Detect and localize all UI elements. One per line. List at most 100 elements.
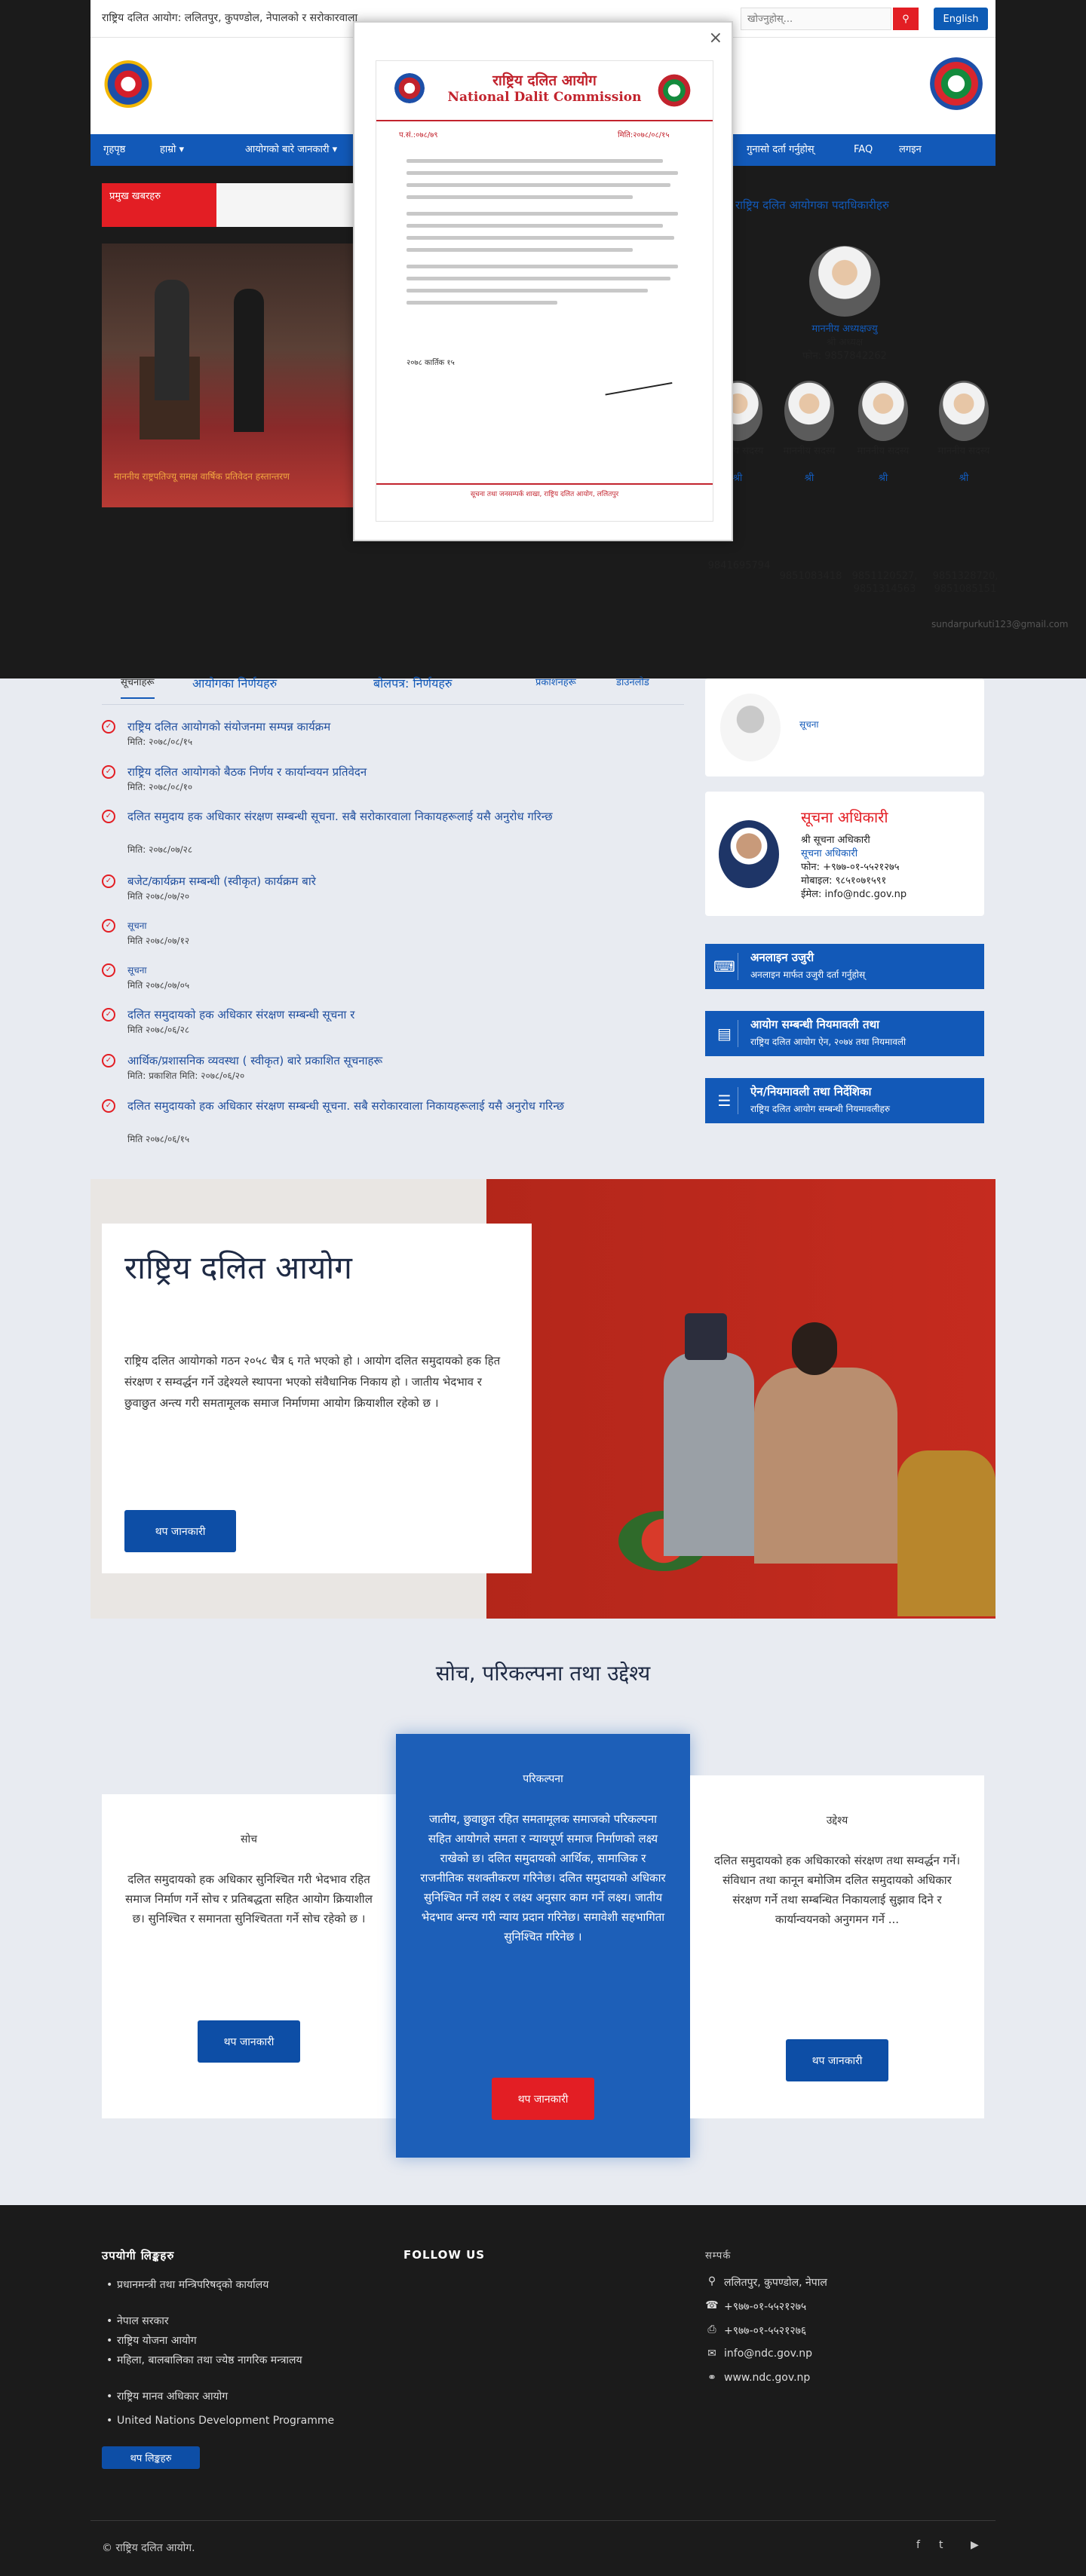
footer-link[interactable]: नेपाल सरकार — [106, 2313, 366, 2329]
check-circle-icon: ✓ — [102, 810, 115, 823]
notice-date: मिति: २०७८/०७/२८ — [127, 844, 193, 855]
member-photo[interactable] — [858, 381, 908, 441]
mvv-card-button[interactable]: थप जानकारी — [492, 2078, 594, 2120]
contact-address: ललितपुर, कुपण्डोल, नेपाल — [724, 2277, 827, 2289]
contact-fax: +९७७-०१-५५२१२७६ — [724, 2325, 807, 2337]
doc-text-line — [406, 236, 674, 240]
contact-phone[interactable]: +९७७-०१-५५२१२७५ — [724, 2299, 806, 2314]
notice-title[interactable]: दलित समुदायको हक अधिकार संरक्षण सम्बन्धी… — [127, 1098, 670, 1114]
notice-title[interactable]: दलित समुदाय हक अधिकार संरक्षण सम्बन्धी स… — [127, 808, 670, 825]
footer-link[interactable]: राष्ट्रिय योजना आयोग — [106, 2332, 366, 2349]
footer-divider — [90, 2520, 996, 2521]
notice-date: मिति २०७८/०७/२० — [127, 891, 190, 902]
spokesperson-phone: फोन: +९७७-०१-५५२१२७५ — [801, 862, 900, 873]
notice-title[interactable]: राष्ट्रिय दलित आयोगको बैठक निर्णय र कार्… — [127, 764, 670, 780]
member-role: माननीय सदस्य — [857, 446, 910, 457]
check-circle-icon: ✓ — [102, 720, 115, 734]
notice-date: मिति २०७८/०६/२८ — [127, 1025, 190, 1035]
check-circle-icon: ✓ — [102, 1099, 115, 1113]
facebook-icon[interactable]: f — [916, 2539, 920, 2551]
spokesperson-role: सूचना अधिकारी — [801, 848, 858, 859]
doc-title: राष्ट्रिय दलित आयोग — [492, 72, 597, 89]
doc-meta-left: प.सं.:०७८/७९ — [399, 131, 438, 139]
quick-link-title: ऐन/नियमावली तथा निर्देशिका — [750, 1085, 872, 1098]
member-photo[interactable] — [939, 381, 989, 441]
footer-link[interactable]: महिला, बालबालिका तथा ज्येष्ठ नागरिक मन्त… — [106, 2352, 366, 2369]
notice-title[interactable]: बजेट/कार्यक्रम सम्बन्धी (स्वीकृत) कार्यक… — [127, 873, 670, 890]
follow-us-title: FOLLOW US — [403, 2248, 486, 2262]
notice-title[interactable]: राष्ट्रिय दलित आयोगको संयोजनमा सम्पन्न क… — [127, 718, 670, 735]
language-button[interactable]: English — [934, 8, 988, 30]
mvv-card: सोच दलित समुदायको हक अधिकार सुनिश्चित गरी… — [102, 1794, 396, 2118]
tab-0[interactable]: सूचनाहरू — [121, 675, 155, 699]
chair-role: श्री अध्यक्ष — [826, 337, 864, 348]
notice-title[interactable]: आर्थिक/प्रशासनिक व्यवस्था ( स्वीकृत) बार… — [127, 1052, 670, 1069]
notice-date: मिति: प्रकाशित मिति: २०७८/०६/२० — [127, 1071, 245, 1081]
doc-footer: सूचना तथा जनसम्पर्क शाखा, राष्ट्रिय दलित… — [376, 483, 713, 513]
contact-web[interactable]: www.ndc.gov.np — [724, 2372, 810, 2384]
notice-title[interactable]: सूचना — [127, 962, 670, 979]
tab-1[interactable]: आयोगका निर्णयहरु — [192, 675, 277, 691]
search-button[interactable]: ⚲ — [893, 8, 919, 30]
letterhead: राष्ट्रिय दलित आयोग National Dalit Commi… — [376, 61, 713, 121]
notice-date: मिति २०७८/०६/१५ — [127, 1134, 190, 1144]
list-icon: ☰ — [711, 1087, 738, 1114]
mvv-card-button[interactable]: थप जानकारी — [198, 2020, 300, 2063]
tab-2[interactable]: बोलपत्र: निर्णयहरु — [373, 675, 452, 691]
search-input[interactable] — [741, 8, 891, 30]
nav-item[interactable]: गृहपृष्ठ — [103, 134, 125, 166]
footer-links-title: उपयोगी लिङ्कहरु — [102, 2249, 175, 2262]
doc-text-line — [406, 159, 663, 163]
more-links-button[interactable]: थप लिङ्कहरु — [102, 2446, 200, 2469]
notice-title[interactable]: सूचना — [127, 917, 670, 934]
quick-link-box[interactable]: ▤ आयोग सम्बन्धी नियमावली तथा राष्ट्रिय दलि… — [705, 1011, 984, 1056]
quick-link-box[interactable]: ⌨ अनलाइन उजुरी अनलाइन मार्फत उजुरी दर्ता ग… — [705, 944, 984, 989]
nav-item[interactable]: FAQ — [854, 134, 873, 166]
quick-link-sub: अनलाइन मार्फत उजुरी दर्ता गर्नुहोस् — [750, 969, 866, 980]
about-more-button[interactable]: थप जानकारी — [124, 1510, 236, 1552]
mvv-card: उद्देश्य दलित समुदायको हक अधिकारको संरक्ष… — [690, 1775, 984, 2118]
footer-link[interactable]: राष्ट्रिय मानव अधिकार आयोग — [106, 2388, 366, 2405]
doc-text-line — [406, 195, 633, 199]
doc-date-line: २०७८ कार्तिक १५ — [406, 359, 455, 367]
spokesperson-name: श्री सूचना अधिकारी — [801, 835, 870, 846]
notice-date: मिति: २०७८/०८/१० — [127, 782, 193, 792]
spokesperson-email: ईमेल: info@ndc.gov.np — [801, 889, 907, 900]
avatar — [720, 694, 781, 761]
check-circle-icon: ✓ — [102, 874, 115, 888]
commission-logo[interactable] — [930, 57, 983, 110]
footer-link[interactable]: प्रधानमन्त्री तथा मन्त्रिपरिषद्को कार्या… — [106, 2277, 366, 2293]
signature-mark — [600, 357, 673, 396]
check-circle-icon: ✓ — [102, 1008, 115, 1022]
nav-item[interactable]: हाम्रो ▾ — [160, 134, 184, 166]
mvv-card-button[interactable]: थप जानकारी — [786, 2039, 888, 2081]
twitter-icon[interactable]: t — [939, 2539, 943, 2551]
tab-4[interactable]: डाउनलोड — [616, 675, 649, 688]
check-circle-icon: ✓ — [102, 963, 115, 977]
hero-slide-image[interactable]: माननीय राष्ट्रपतिज्यू समक्ष वार्षिक प्रत… — [102, 244, 353, 507]
footer-link[interactable]: United Nations Development Programme — [106, 2412, 366, 2429]
nav-item[interactable]: आयोगको बारे जानकारी ▾ — [245, 134, 337, 166]
youtube-icon[interactable]: ▶ — [971, 2539, 979, 2551]
member-name: श्री — [878, 473, 888, 484]
chair-photo[interactable] — [809, 246, 880, 317]
close-icon[interactable]: × — [709, 29, 722, 47]
notice-ticker[interactable] — [216, 183, 354, 227]
quick-link-box[interactable]: ☰ ऐन/नियमावली तथा निर्देशिका राष्ट्रिय दलि… — [705, 1078, 984, 1123]
quick-link-sub: राष्ट्रिय दलित आयोग ऐन, २०७४ तथा नियमावल… — [750, 1037, 907, 1047]
doc-meta-right: मिति:२०७८/०८/१५ — [618, 131, 670, 139]
notice-document-image: राष्ट्रिय दलित आयोग National Dalit Commi… — [376, 60, 713, 522]
info-officer-label[interactable]: सूचना — [799, 718, 819, 731]
guard-shape — [234, 289, 264, 432]
member-role: माननीय सदस्य — [783, 446, 836, 457]
member-email[interactable]: sundarpurkuti123@gmail.com — [931, 618, 1086, 631]
tab-3[interactable]: प्रकाशनहरू — [535, 675, 576, 688]
member-photo[interactable] — [784, 381, 834, 441]
contact-email[interactable]: info@ndc.gov.np — [724, 2348, 812, 2360]
notice-title[interactable]: दलित समुदायको हक अधिकार संरक्षण सम्बन्धी… — [127, 1006, 670, 1023]
nepal-emblem-logo[interactable] — [102, 60, 155, 113]
doc-text-line — [406, 212, 678, 216]
doc-text-line — [406, 301, 557, 305]
nav-item[interactable]: लगइन — [899, 134, 922, 166]
nav-item[interactable]: गुनासो दर्ता गर्नुहोस् — [747, 134, 814, 166]
